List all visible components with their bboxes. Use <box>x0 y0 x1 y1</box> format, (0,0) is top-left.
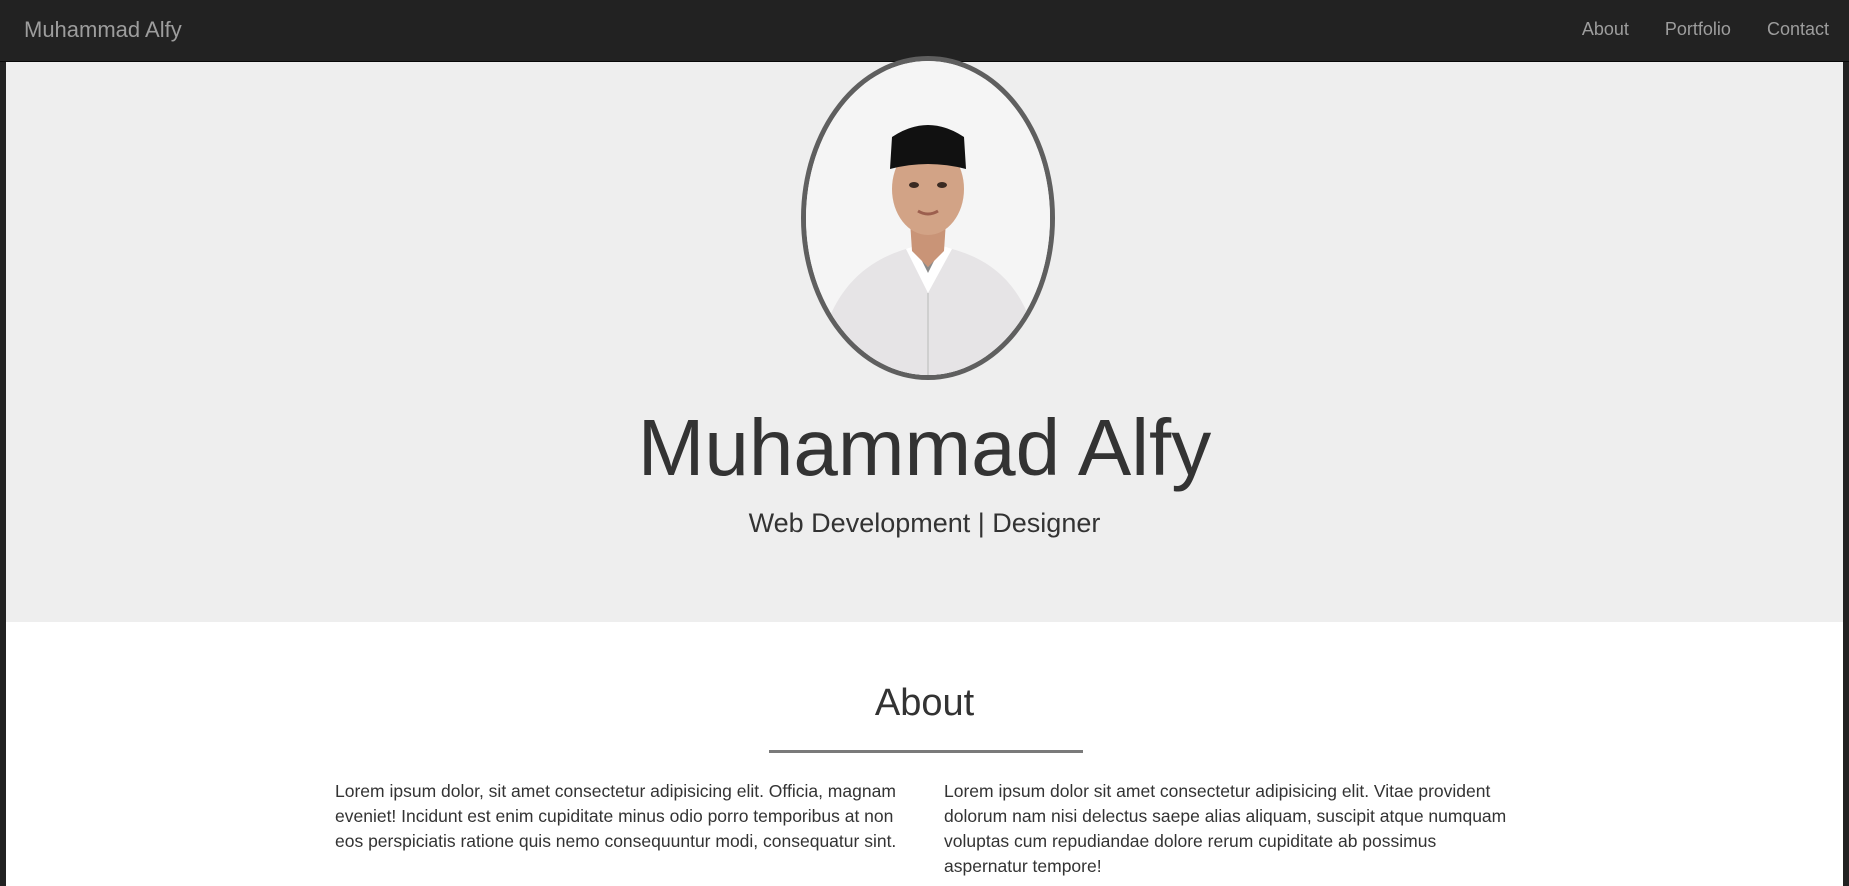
navbar: Muhammad Alfy About Portfolio Contact <box>0 0 1849 62</box>
avatar <box>801 56 1055 380</box>
profile-photo-icon <box>806 61 1050 375</box>
hero-subtitle: Web Development | Designer <box>748 508 1101 538</box>
browser-viewport: Muhammad Alfy About Portfolio Contact Mu… <box>0 0 1849 886</box>
nav-links: About Portfolio Contact <box>1564 19 1829 40</box>
about-heading: About <box>874 682 975 724</box>
nav-link-about[interactable]: About <box>1564 19 1647 40</box>
about-text-right: Lorem ipsum dolor sit amet consectetur a… <box>944 781 1507 876</box>
navbar-brand[interactable]: Muhammad Alfy <box>24 17 182 43</box>
about-divider <box>769 750 1083 753</box>
about-text-left: Lorem ipsum dolor, sit amet consectetur … <box>335 781 897 851</box>
hero-name: Muhammad Alfy <box>637 403 1212 492</box>
nav-link-contact[interactable]: Contact <box>1749 19 1829 40</box>
hero-section: Muhammad Alfy Web Development | Designer <box>6 56 1843 622</box>
about-section: About Lorem ipsum dolor, sit amet consec… <box>6 622 1843 886</box>
nav-link-portfolio[interactable]: Portfolio <box>1647 19 1749 40</box>
